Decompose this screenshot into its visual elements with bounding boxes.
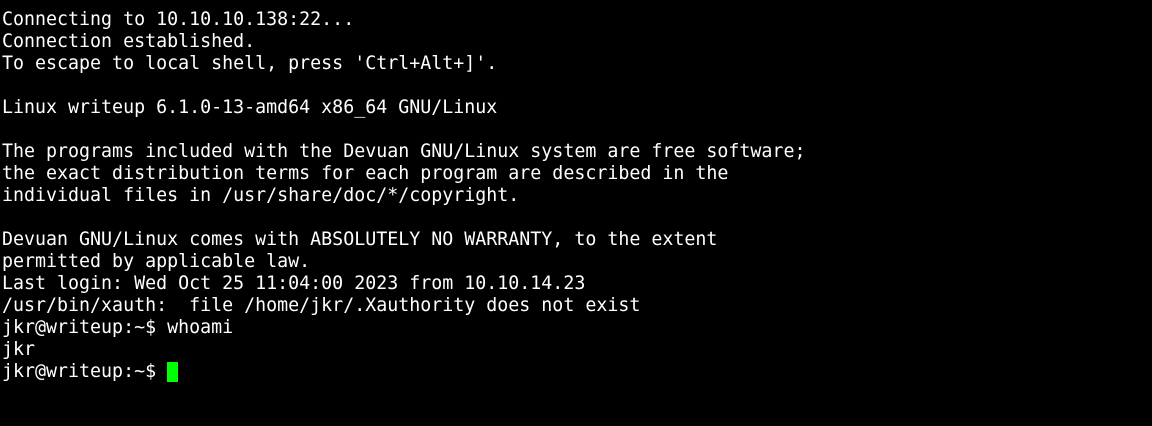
terminal-output-line: individual files in /usr/share/doc/*/cop… xyxy=(2,185,520,206)
terminal-output-line: The programs included with the Devuan GN… xyxy=(2,141,806,162)
terminal-output-line: Connecting to 10.10.10.138:22... xyxy=(2,9,355,30)
terminal-output-line: Last login: Wed Oct 25 11:04:00 2023 fro… xyxy=(2,273,586,294)
terminal-output-line: permitted by applicable law. xyxy=(2,251,311,272)
terminal-output-line: jkr xyxy=(2,339,36,360)
terminal-output-line: jkr@writeup:~$ whoami xyxy=(2,317,234,338)
terminal-output-line: Connection established. xyxy=(2,31,256,52)
terminal-output-line: /usr/bin/xauth: file /home/jkr/.Xauthori… xyxy=(2,295,641,316)
terminal-output-line: Linux writeup 6.1.0-13-amd64 x86_64 GNU/… xyxy=(2,97,498,118)
shell-prompt: jkr@writeup:~$ xyxy=(2,361,157,382)
terminal-cursor xyxy=(167,362,179,382)
terminal-output-line: the exact distribution terms for each pr… xyxy=(2,163,729,184)
terminal-output-line: To escape to local shell, press 'Ctrl+Al… xyxy=(2,53,498,74)
terminal-input-line[interactable]: jkr@writeup:~$ xyxy=(2,361,1152,383)
terminal-window[interactable]: Connecting to 10.10.10.138:22... Connect… xyxy=(0,0,1152,426)
terminal-output-line: Devuan GNU/Linux comes with ABSOLUTELY N… xyxy=(2,229,718,250)
